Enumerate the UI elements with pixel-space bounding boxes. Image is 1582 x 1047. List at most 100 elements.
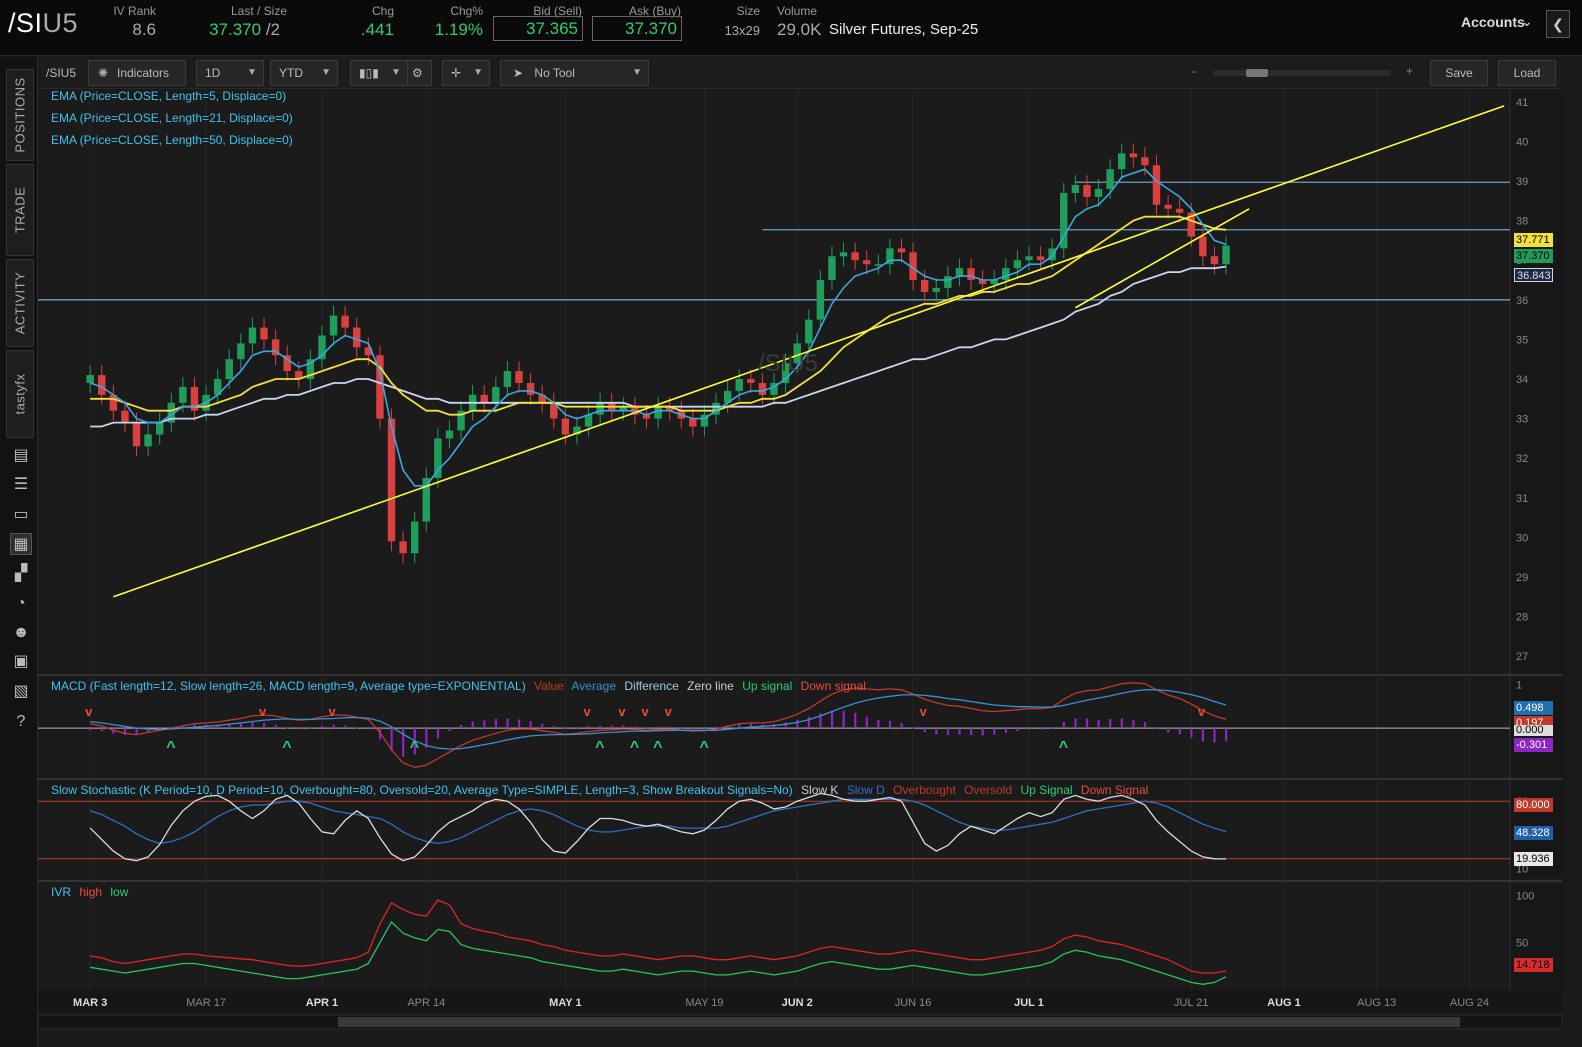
macd-histogram-bar: [320, 725, 324, 729]
candle-body: [1164, 204, 1172, 209]
date-tick-label: JUN 2: [782, 997, 813, 1009]
macd-legend-value: Value: [534, 679, 564, 693]
macd-histogram-bar: [703, 728, 706, 730]
macd-histogram-bar: [715, 726, 718, 729]
macd-up-signal: ^: [1059, 739, 1068, 756]
candle-body: [944, 276, 952, 288]
ema21-legend[interactable]: EMA (Price=CLOSE, Length=21, Displace=0): [51, 111, 293, 125]
macd-histogram-bar: [633, 726, 637, 729]
candle-body: [654, 406, 662, 419]
macd-histogram-bar: [460, 725, 463, 729]
price-tick-label: 31: [1516, 493, 1528, 505]
macd-up-signal: ^: [653, 739, 662, 756]
date-tick-label: MAR 3: [73, 997, 107, 1009]
macd-legend-difference: Difference: [624, 679, 679, 693]
macd-histogram-bar: [344, 725, 347, 729]
macd-histogram-bar: [981, 728, 984, 736]
candle-body: [515, 371, 523, 383]
candle-body: [410, 521, 419, 554]
macd-down-signal: v: [618, 704, 626, 719]
candle-body: [341, 315, 349, 328]
macd-histogram-bar: [622, 725, 625, 729]
candle-body: [920, 280, 929, 292]
macd-down-signal: v: [920, 704, 928, 719]
macd-legend-up: Up signal: [742, 679, 793, 693]
macd-up-signal: ^: [410, 739, 419, 756]
candle-body: [399, 541, 407, 554]
ema50-price-tag: 36.843: [1514, 268, 1553, 282]
macd-histogram-bar: [1155, 728, 1158, 730]
macd-histogram-bar: [239, 723, 243, 729]
macd-histogram-bar: [970, 728, 973, 736]
candle-body: [155, 422, 164, 435]
macd-down-signal: v: [259, 704, 267, 719]
macd-histogram-bar: [100, 728, 103, 732]
macd-histogram-bar: [830, 710, 834, 729]
macd-histogram-bar: [309, 728, 312, 730]
macd-histogram-bar: [1074, 718, 1077, 729]
candle-body: [144, 434, 152, 447]
macd-histogram-bar: [587, 725, 590, 729]
macd-histogram-bar: [807, 716, 810, 729]
candle-body: [561, 418, 570, 435]
macd-histogram-bar: [367, 728, 370, 730]
macd-histogram-bar: [784, 722, 787, 729]
macd-legend[interactable]: MACD (Fast length=12, Slow length=26, MA…: [51, 679, 871, 693]
macd-histogram-bar: [1039, 728, 1042, 730]
scrollbar-thumb[interactable]: [338, 1017, 1460, 1027]
macd-histogram-bar: [1004, 728, 1008, 733]
candle-body: [851, 252, 859, 261]
macd-up-signal: ^: [282, 739, 291, 756]
macd-histogram-bar: [1120, 718, 1123, 729]
ema50-legend[interactable]: EMA (Price=CLOSE, Length=50, Displace=0): [51, 133, 293, 147]
ivr-legend[interactable]: IVR high low: [51, 885, 133, 899]
macd-diff-tag: -0.301: [1514, 738, 1553, 752]
macd-histogram-bar: [471, 721, 474, 729]
price-tick-label: 38: [1516, 216, 1528, 228]
price-tick-label: 36: [1516, 295, 1528, 307]
macd-histogram-bar: [1016, 728, 1019, 732]
ivr-tag: 14.718: [1514, 958, 1553, 972]
candle-body: [1013, 260, 1022, 269]
candle-body: [584, 414, 593, 427]
macd-histogram-bar: [796, 719, 799, 729]
macd-histogram-bar: [888, 720, 892, 729]
candle-body: [932, 287, 940, 292]
macd-legend-zero: Zero line: [687, 679, 734, 693]
stoch-legend-d: Slow D: [846, 783, 885, 797]
price-tick-label: 41: [1516, 97, 1528, 109]
candle-body: [237, 343, 245, 360]
ema5-legend[interactable]: EMA (Price=CLOSE, Length=5, Displace=0): [51, 89, 286, 103]
date-tick-label: MAY 1: [549, 997, 581, 1009]
stochastic-legend[interactable]: Slow Stochastic (K Period=10, D Period=1…: [51, 783, 1153, 797]
price-tick-label: 34: [1516, 374, 1528, 386]
price-tick-label: 28: [1516, 612, 1528, 624]
candle-body: [1083, 185, 1091, 197]
candle-body: [955, 268, 964, 277]
stoch-legend-title: Slow Stochastic (K Period=10, D Period=1…: [51, 783, 793, 797]
candle-body: [98, 375, 106, 395]
candle-body: [121, 410, 129, 423]
macd-histogram-bar: [529, 721, 532, 729]
candle-body: [132, 422, 141, 447]
macd-histogram-bar: [912, 727, 915, 729]
ivr-legend-high: high: [79, 885, 103, 899]
price-chart[interactable]: 272829303132333435363738394041^^^^^^^^vv…: [0, 0, 1582, 1047]
date-tick-label: JUL 1: [1014, 997, 1044, 1009]
macd-histogram-bar: [599, 725, 602, 729]
candle-body: [526, 382, 535, 395]
macd-tick-label: 1: [1516, 680, 1522, 692]
candle-body: [839, 252, 848, 257]
macd-histogram-bar: [657, 726, 660, 729]
last-price-tag: 37.370: [1514, 249, 1553, 263]
macd-up-signal: ^: [630, 739, 639, 756]
price-tick-label: 29: [1516, 572, 1528, 584]
macd-histogram-bar: [923, 728, 926, 733]
macd-histogram-bar: [946, 728, 950, 736]
macd-down-signal: v: [665, 704, 673, 719]
candle-body: [805, 319, 813, 344]
macd-up-signal: ^: [595, 739, 604, 756]
macd-down-signal: v: [1198, 704, 1206, 719]
candle-body: [863, 260, 871, 265]
price-tick-label: 32: [1516, 453, 1528, 465]
